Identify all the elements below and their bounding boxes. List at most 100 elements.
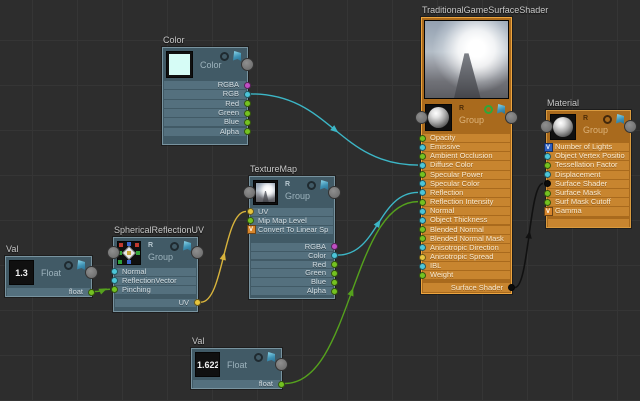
output-port-row[interactable]: RGB [164,90,251,99]
output-port-row[interactable]: Green [164,108,251,118]
preview-toggle-icon[interactable] [603,115,612,124]
output-port-row[interactable]: Blue [164,118,251,127]
input-port-row[interactable]: ReflectionVector [110,276,196,285]
node-header[interactable]: 1.622656 Float [192,349,288,380]
input-port-row[interactable]: Reflection Intensity [418,198,510,207]
node-header[interactable]: R Group [107,238,204,268]
output-port[interactable] [330,243,338,251]
group-connector[interactable] [85,265,98,279]
output-port[interactable] [330,269,338,277]
input-port[interactable] [418,216,426,224]
output-port[interactable] [330,287,338,295]
input-port[interactable] [418,152,426,160]
wire[interactable] [200,210,247,303]
output-port-row[interactable]: UV [115,298,201,307]
flag-icon[interactable] [267,352,275,362]
input-port-row[interactable]: Specular Color [418,179,510,188]
input-port-row[interactable]: Normal [110,268,196,276]
input-port-row[interactable]: Blended Normal [418,225,510,234]
input-port-row[interactable]: Blended Normal Mask [418,234,510,243]
input-port-row[interactable]: Tessellation Factor [543,161,629,170]
value-preview[interactable]: 1.3 [9,260,34,285]
group-connector[interactable] [415,110,428,124]
input-port[interactable] [246,208,254,216]
input-port[interactable] [418,143,426,151]
flag-icon[interactable] [497,104,505,114]
input-port[interactable] [418,171,426,179]
input-port[interactable] [418,244,426,252]
input-port-row[interactable]: Ambient Occlusion [418,152,510,161]
input-port[interactable] [418,189,426,197]
group-connector[interactable] [540,120,553,133]
value-field[interactable]: 1.622656 [197,354,218,375]
input-port-row[interactable]: Reflection [418,188,510,198]
input-port[interactable] [543,161,551,169]
input-port-row[interactable]: Surf Mask Cutoff [543,198,629,207]
output-port-row[interactable]: Blue [251,278,338,287]
input-port-row[interactable]: Surface Mask [543,189,629,198]
input-port[interactable] [418,134,426,142]
input-port[interactable] [110,286,118,294]
input-port-row[interactable]: V Number of Lights [543,142,629,152]
input-port[interactable] [418,235,426,243]
value-field[interactable]: 1.3 [11,262,32,283]
output-port[interactable] [330,252,338,260]
input-port[interactable] [418,162,426,169]
input-port-row[interactable]: Displacement [543,170,629,179]
output-port-row[interactable]: Alpha [251,287,338,296]
output-port-row[interactable]: float [7,288,95,296]
input-port[interactable] [246,217,254,225]
value-toggle-icon[interactable]: V [543,206,553,216]
input-port-row[interactable]: V Convert To Linear Sp [246,225,333,235]
node-header[interactable]: R Group [540,111,637,143]
input-port[interactable] [543,171,551,179]
color-swatch[interactable] [169,54,190,75]
group-connector[interactable] [328,185,341,199]
flag-icon[interactable] [320,180,328,190]
flag-icon[interactable] [77,260,85,270]
output-port[interactable] [330,278,338,286]
output-port[interactable] [243,128,251,136]
value-toggle-icon[interactable]: V [246,225,256,235]
input-port-row[interactable]: Normal [418,207,510,216]
node-header[interactable]: Color [163,48,254,81]
node-val2[interactable]: 1.622656 Float float [191,348,288,389]
node-color[interactable]: Color RGBA RGB Red Green Blue Alpha [162,47,254,145]
input-port-row[interactable]: V Gamma [543,206,629,216]
input-port[interactable] [110,277,118,285]
wire[interactable] [250,93,419,166]
output-port-row[interactable] [548,218,629,227]
output-port[interactable] [243,118,251,126]
output-port-row[interactable]: Green [251,269,338,278]
input-port[interactable] [418,180,426,188]
group-connector[interactable] [624,120,637,133]
input-port-row[interactable]: Anisotropic Spread [418,252,510,262]
output-port[interactable] [243,109,251,117]
input-port-row[interactable]: Weight [418,271,510,280]
node-graph-canvas[interactable]: Color Color RGBA RGB Red Green Blue Alpha Textur… [0,0,640,401]
group-connector[interactable] [191,246,204,259]
input-port[interactable] [110,268,118,276]
input-port-row[interactable]: Mip Map Level [246,216,333,225]
output-port[interactable] [193,299,201,307]
output-port[interactable] [243,81,251,89]
preview-toggle-icon[interactable] [170,242,179,251]
preview-toggle-icon[interactable] [307,181,316,190]
input-port-row[interactable]: UV [246,208,333,216]
output-port-row[interactable]: float [193,380,285,388]
flag-icon[interactable] [616,114,624,124]
output-port-row[interactable]: RGBA [164,81,251,90]
group-connector[interactable] [107,246,120,259]
output-port-row[interactable]: Red [164,99,251,108]
output-port[interactable] [243,90,251,98]
value-toggle-icon[interactable]: V [543,142,553,152]
output-port[interactable] [330,260,338,268]
input-port[interactable] [418,262,426,270]
node-shader[interactable]: R Group Opacity Emissive Ambient Occlusion Di… [415,17,518,295]
input-port-row[interactable]: Object Thickness [418,216,510,225]
output-port-row[interactable]: RGBA [251,242,338,251]
input-port-row[interactable]: Pinching [110,285,196,294]
output-port-row[interactable]: Red [251,260,338,269]
wire[interactable] [337,191,419,256]
input-port-row[interactable]: IBL [418,262,510,271]
